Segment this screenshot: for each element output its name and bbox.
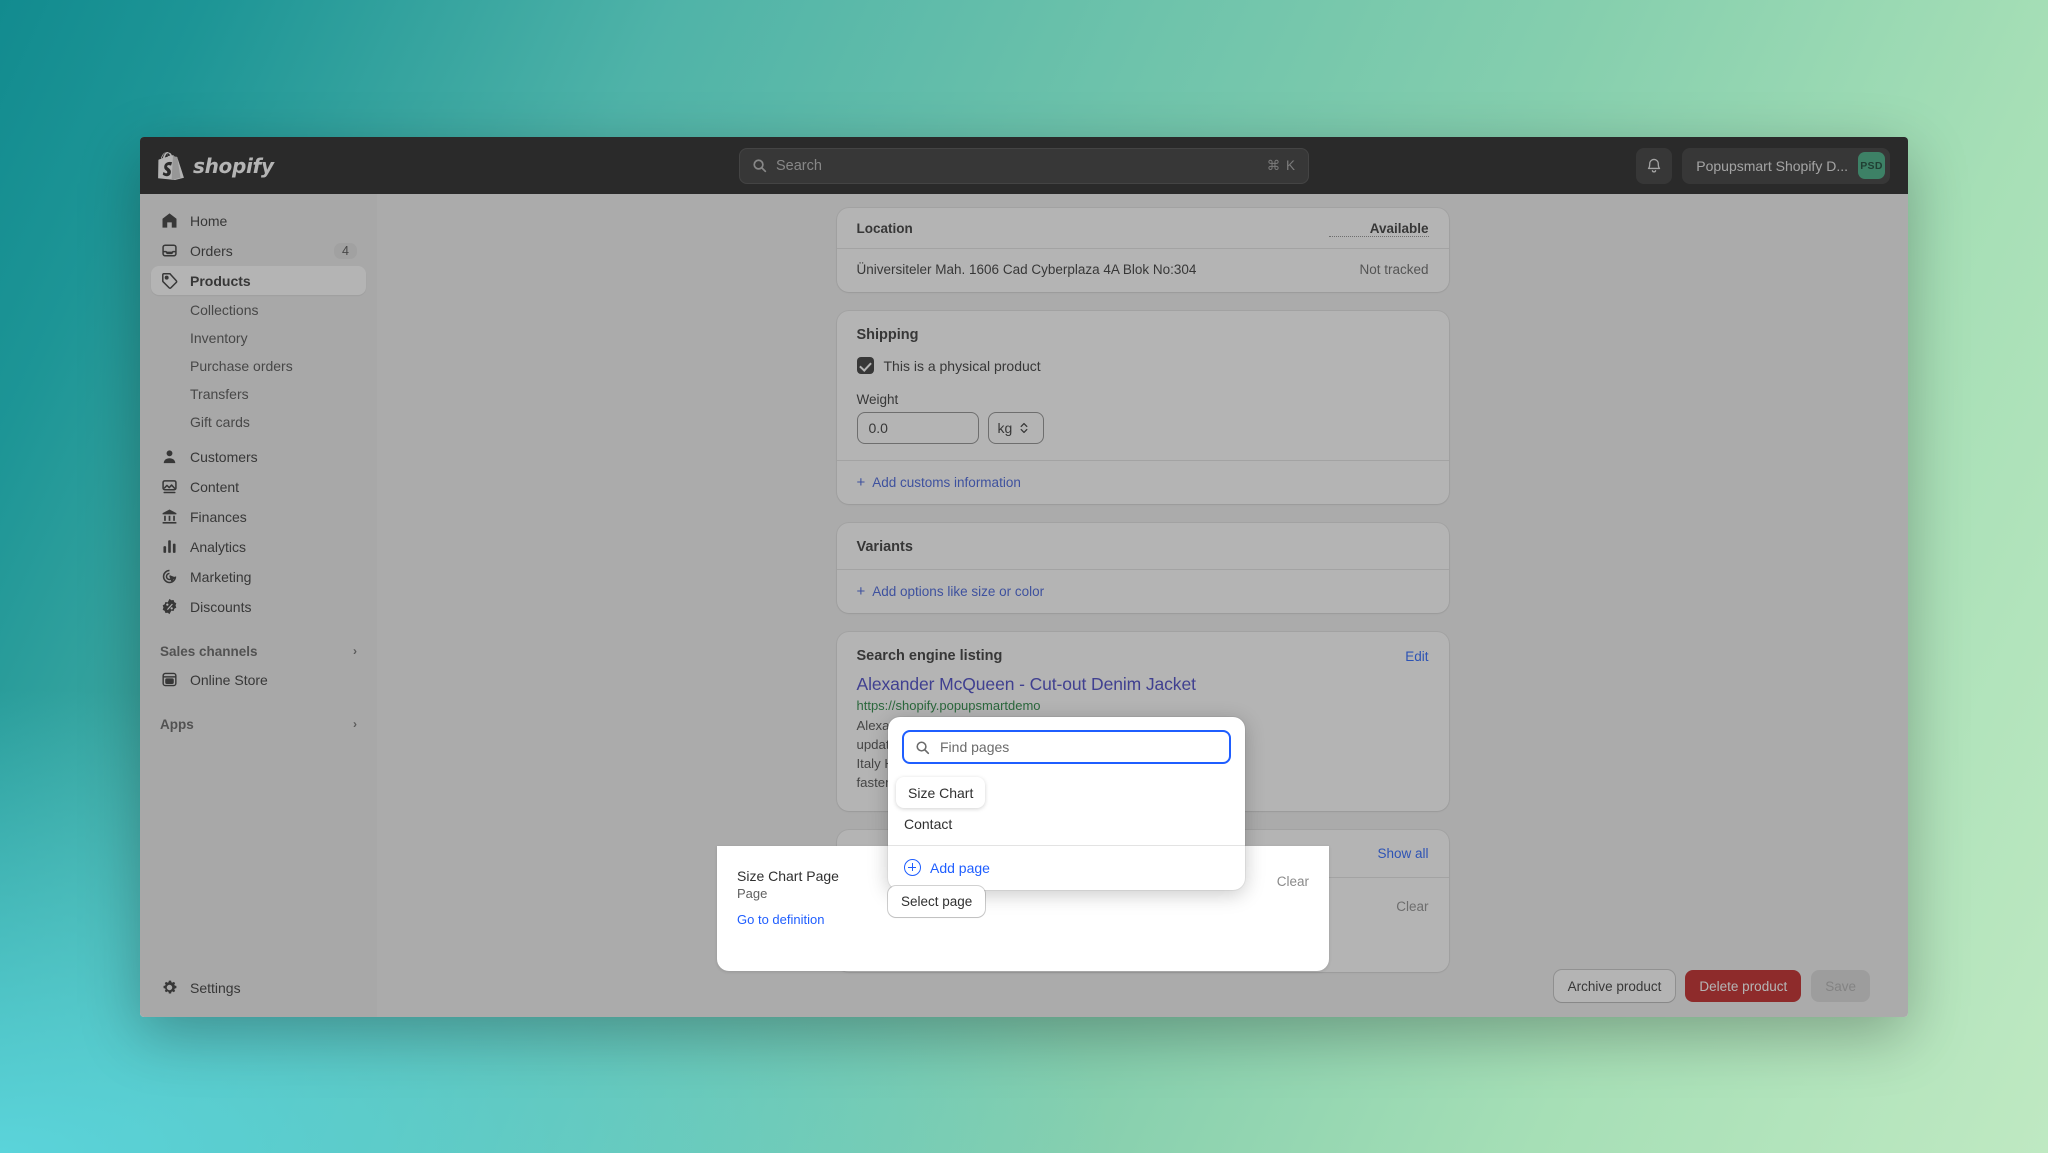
shopify-admin-window: shopify Search ⌘ K Popupsmart Shopify D.… xyxy=(140,137,1908,1017)
circle-plus-icon xyxy=(904,859,921,876)
go-to-definition-link[interactable]: Go to definition xyxy=(737,912,824,927)
page-option-label: Size Chart xyxy=(908,784,974,801)
select-page-button[interactable]: Select page xyxy=(888,886,986,917)
find-pages-input[interactable]: Find pages xyxy=(902,730,1231,764)
page-picker-popover: Find pages Size Chart Contact Add page xyxy=(888,717,1245,890)
add-page-label: Add page xyxy=(930,859,990,876)
page-option-contact[interactable]: Contact xyxy=(896,808,1237,839)
page-picker-options: Size Chart Contact xyxy=(888,775,1245,845)
page-option-size-chart[interactable]: Size Chart xyxy=(896,777,986,808)
select-page-button-wrap: Select page xyxy=(888,886,986,917)
metafield-clear-button[interactable]: Clear xyxy=(1277,868,1309,889)
page-picker-search-wrap: Find pages xyxy=(888,717,1245,775)
search-icon xyxy=(915,740,930,755)
add-page-button[interactable]: Add page xyxy=(888,845,1245,890)
page-option-label: Contact xyxy=(904,815,953,832)
find-pages-placeholder: Find pages xyxy=(940,739,1010,755)
